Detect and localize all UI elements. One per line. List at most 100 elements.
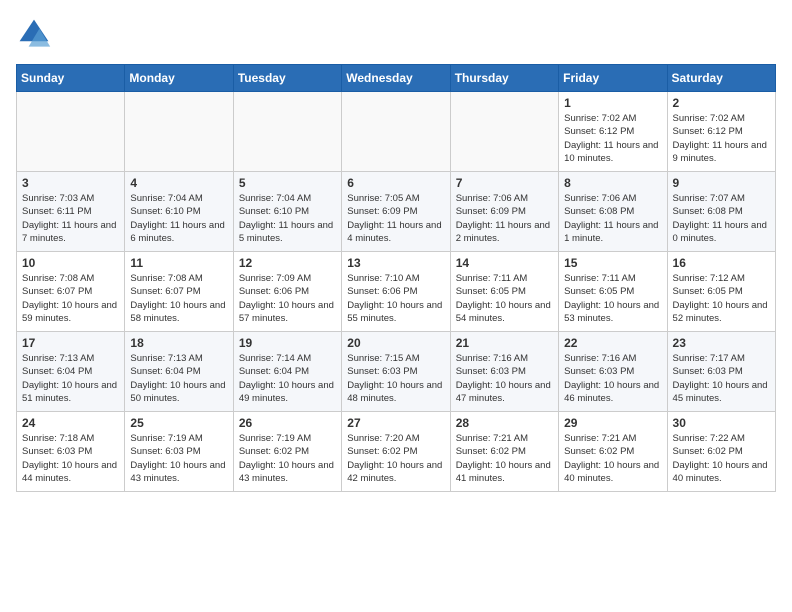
calendar-cell xyxy=(17,92,125,172)
calendar-cell: 4 Sunrise: 7:04 AM Sunset: 6:10 PM Daylig… xyxy=(125,172,233,252)
day-number: 26 xyxy=(239,416,336,430)
calendar-cell: 29 Sunrise: 7:21 AM Sunset: 6:02 PM Dayli… xyxy=(559,412,667,492)
header-monday: Monday xyxy=(125,65,233,92)
day-number: 6 xyxy=(347,176,444,190)
logo-icon xyxy=(16,16,52,52)
day-number: 1 xyxy=(564,96,661,110)
calendar-cell: 11Sunrise: 7:08 AM Sunset: 6:07 PM Dayli… xyxy=(125,252,233,332)
calendar-cell: 15 Sunrise: 7:11 AM Sunset: 6:05 PM Dayli… xyxy=(559,252,667,332)
week-row-4: 17 Sunrise: 7:13 AM Sunset: 6:04 PM Dayli… xyxy=(17,332,776,412)
day-number: 17 xyxy=(22,336,119,350)
cell-info: Sunrise: 7:10 AM Sunset: 6:06 PM Dayligh… xyxy=(347,272,444,325)
calendar-cell xyxy=(233,92,341,172)
day-number: 3 xyxy=(22,176,119,190)
day-number: 2 xyxy=(673,96,770,110)
day-number: 13 xyxy=(347,256,444,270)
header-row: SundayMondayTuesdayWednesdayThursdayFrid… xyxy=(17,65,776,92)
calendar-cell: 3 Sunrise: 7:03 AM Sunset: 6:11 PM Daylig… xyxy=(17,172,125,252)
cell-info: Sunrise: 7:08 AM Sunset: 6:07 PM Dayligh… xyxy=(130,272,227,325)
week-row-3: 10Sunrise: 7:08 AM Sunset: 6:07 PM Dayli… xyxy=(17,252,776,332)
calendar-cell: 27 Sunrise: 7:20 AM Sunset: 6:02 PM Dayli… xyxy=(342,412,450,492)
day-number: 28 xyxy=(456,416,553,430)
cell-info: Sunrise: 7:02 AM Sunset: 6:12 PM Dayligh… xyxy=(564,112,661,165)
cell-info: Sunrise: 7:14 AM Sunset: 6:04 PM Dayligh… xyxy=(239,352,336,405)
day-number: 7 xyxy=(456,176,553,190)
cell-info: Sunrise: 7:05 AM Sunset: 6:09 PM Dayligh… xyxy=(347,192,444,245)
day-number: 18 xyxy=(130,336,227,350)
calendar-cell: 13 Sunrise: 7:10 AM Sunset: 6:06 PM Dayli… xyxy=(342,252,450,332)
calendar-cell: 2 Sunrise: 7:02 AM Sunset: 6:12 PM Daylig… xyxy=(667,92,775,172)
calendar-cell: 16 Sunrise: 7:12 AM Sunset: 6:05 PM Dayli… xyxy=(667,252,775,332)
cell-info: Sunrise: 7:04 AM Sunset: 6:10 PM Dayligh… xyxy=(130,192,227,245)
cell-info: Sunrise: 7:18 AM Sunset: 6:03 PM Dayligh… xyxy=(22,432,119,485)
cell-info: Sunrise: 7:17 AM Sunset: 6:03 PM Dayligh… xyxy=(673,352,770,405)
calendar-cell xyxy=(342,92,450,172)
calendar-cell: 14Sunrise: 7:11 AM Sunset: 6:05 PM Dayli… xyxy=(450,252,558,332)
header-sunday: Sunday xyxy=(17,65,125,92)
day-number: 24 xyxy=(22,416,119,430)
header-friday: Friday xyxy=(559,65,667,92)
cell-info: Sunrise: 7:04 AM Sunset: 6:10 PM Dayligh… xyxy=(239,192,336,245)
cell-info: Sunrise: 7:08 AM Sunset: 6:07 PM Dayligh… xyxy=(22,272,119,325)
day-number: 25 xyxy=(130,416,227,430)
cell-info: Sunrise: 7:06 AM Sunset: 6:09 PM Dayligh… xyxy=(456,192,553,245)
day-number: 19 xyxy=(239,336,336,350)
cell-info: Sunrise: 7:12 AM Sunset: 6:05 PM Dayligh… xyxy=(673,272,770,325)
calendar-cell: 18 Sunrise: 7:13 AM Sunset: 6:04 PM Dayli… xyxy=(125,332,233,412)
calendar-cell: 7 Sunrise: 7:06 AM Sunset: 6:09 PM Daylig… xyxy=(450,172,558,252)
calendar-cell: 19 Sunrise: 7:14 AM Sunset: 6:04 PM Dayli… xyxy=(233,332,341,412)
calendar-cell: 21 Sunrise: 7:16 AM Sunset: 6:03 PM Dayli… xyxy=(450,332,558,412)
cell-info: Sunrise: 7:13 AM Sunset: 6:04 PM Dayligh… xyxy=(22,352,119,405)
calendar-cell: 25 Sunrise: 7:19 AM Sunset: 6:03 PM Dayli… xyxy=(125,412,233,492)
cell-info: Sunrise: 7:19 AM Sunset: 6:03 PM Dayligh… xyxy=(130,432,227,485)
day-number: 4 xyxy=(130,176,227,190)
calendar-cell: 20 Sunrise: 7:15 AM Sunset: 6:03 PM Dayli… xyxy=(342,332,450,412)
cell-info: Sunrise: 7:11 AM Sunset: 6:05 PM Dayligh… xyxy=(564,272,661,325)
cell-info: Sunrise: 7:20 AM Sunset: 6:02 PM Dayligh… xyxy=(347,432,444,485)
day-number: 15 xyxy=(564,256,661,270)
cell-info: Sunrise: 7:07 AM Sunset: 6:08 PM Dayligh… xyxy=(673,192,770,245)
calendar-cell: 5Sunrise: 7:04 AM Sunset: 6:10 PM Daylig… xyxy=(233,172,341,252)
day-number: 8 xyxy=(564,176,661,190)
day-number: 9 xyxy=(673,176,770,190)
page-header xyxy=(16,16,776,52)
cell-info: Sunrise: 7:16 AM Sunset: 6:03 PM Dayligh… xyxy=(456,352,553,405)
day-number: 20 xyxy=(347,336,444,350)
calendar-cell: 30 Sunrise: 7:22 AM Sunset: 6:02 PM Dayli… xyxy=(667,412,775,492)
day-number: 22 xyxy=(564,336,661,350)
week-row-5: 24 Sunrise: 7:18 AM Sunset: 6:03 PM Dayli… xyxy=(17,412,776,492)
day-number: 16 xyxy=(673,256,770,270)
header-wednesday: Wednesday xyxy=(342,65,450,92)
cell-info: Sunrise: 7:22 AM Sunset: 6:02 PM Dayligh… xyxy=(673,432,770,485)
calendar-cell: 8 Sunrise: 7:06 AM Sunset: 6:08 PM Daylig… xyxy=(559,172,667,252)
day-number: 27 xyxy=(347,416,444,430)
cell-info: Sunrise: 7:06 AM Sunset: 6:08 PM Dayligh… xyxy=(564,192,661,245)
week-row-1: 1 Sunrise: 7:02 AM Sunset: 6:12 PM Daylig… xyxy=(17,92,776,172)
day-number: 21 xyxy=(456,336,553,350)
cell-info: Sunrise: 7:15 AM Sunset: 6:03 PM Dayligh… xyxy=(347,352,444,405)
cell-info: Sunrise: 7:02 AM Sunset: 6:12 PM Dayligh… xyxy=(673,112,770,165)
cell-info: Sunrise: 7:21 AM Sunset: 6:02 PM Dayligh… xyxy=(456,432,553,485)
calendar-cell: 6 Sunrise: 7:05 AM Sunset: 6:09 PM Daylig… xyxy=(342,172,450,252)
day-number: 30 xyxy=(673,416,770,430)
calendar-cell: 22 Sunrise: 7:16 AM Sunset: 6:03 PM Dayli… xyxy=(559,332,667,412)
day-number: 23 xyxy=(673,336,770,350)
cell-info: Sunrise: 7:16 AM Sunset: 6:03 PM Dayligh… xyxy=(564,352,661,405)
header-tuesday: Tuesday xyxy=(233,65,341,92)
calendar-cell: 24 Sunrise: 7:18 AM Sunset: 6:03 PM Dayli… xyxy=(17,412,125,492)
header-saturday: Saturday xyxy=(667,65,775,92)
cell-info: Sunrise: 7:19 AM Sunset: 6:02 PM Dayligh… xyxy=(239,432,336,485)
calendar-cell: 26 Sunrise: 7:19 AM Sunset: 6:02 PM Dayli… xyxy=(233,412,341,492)
calendar-cell: 28 Sunrise: 7:21 AM Sunset: 6:02 PM Dayli… xyxy=(450,412,558,492)
calendar-cell: 9 Sunrise: 7:07 AM Sunset: 6:08 PM Daylig… xyxy=(667,172,775,252)
cell-info: Sunrise: 7:13 AM Sunset: 6:04 PM Dayligh… xyxy=(130,352,227,405)
cell-info: Sunrise: 7:09 AM Sunset: 6:06 PM Dayligh… xyxy=(239,272,336,325)
cell-info: Sunrise: 7:11 AM Sunset: 6:05 PM Dayligh… xyxy=(456,272,553,325)
week-row-2: 3 Sunrise: 7:03 AM Sunset: 6:11 PM Daylig… xyxy=(17,172,776,252)
day-number: 29 xyxy=(564,416,661,430)
cell-info: Sunrise: 7:03 AM Sunset: 6:11 PM Dayligh… xyxy=(22,192,119,245)
calendar-table: SundayMondayTuesdayWednesdayThursdayFrid… xyxy=(16,64,776,492)
calendar-cell: 1 Sunrise: 7:02 AM Sunset: 6:12 PM Daylig… xyxy=(559,92,667,172)
cell-info: Sunrise: 7:21 AM Sunset: 6:02 PM Dayligh… xyxy=(564,432,661,485)
calendar-cell: 17 Sunrise: 7:13 AM Sunset: 6:04 PM Dayli… xyxy=(17,332,125,412)
